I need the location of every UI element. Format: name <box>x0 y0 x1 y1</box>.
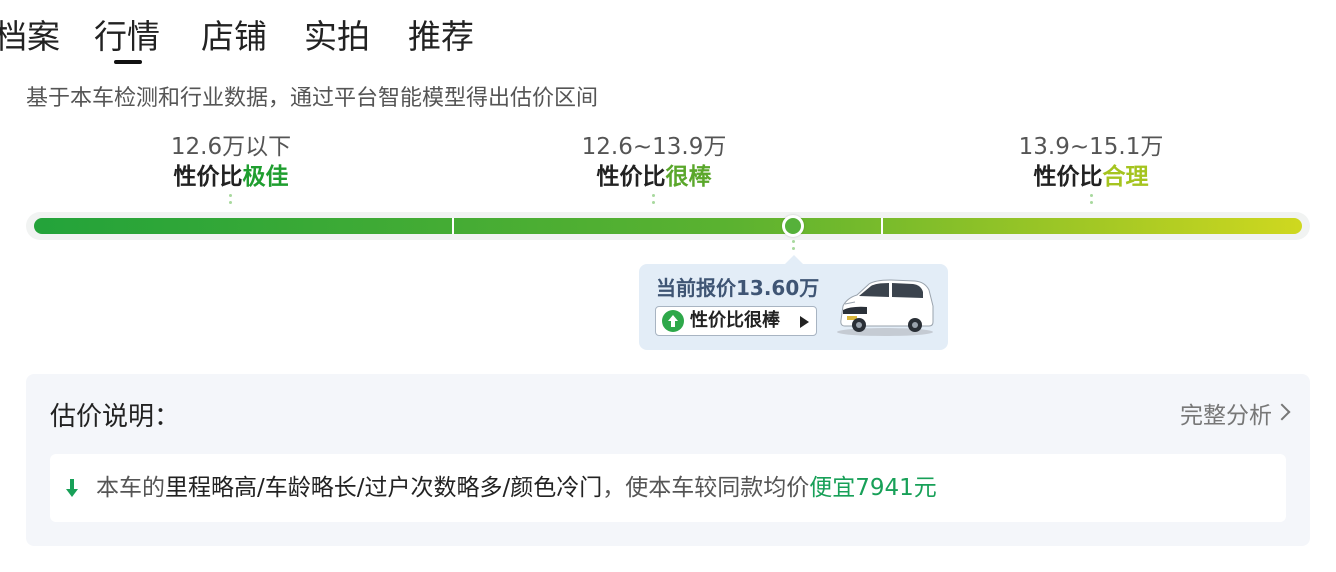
bar-divider <box>881 218 883 234</box>
marker-pointer-dots <box>792 240 795 252</box>
reason-factors: 里程略高/车龄略长/过户次数略多/颜色冷门 <box>165 475 603 501</box>
bar-divider <box>452 218 454 234</box>
tier-label: 性价比合理 <box>971 162 1211 192</box>
tier-excellent: 12.6万以下 性价比极佳 <box>111 132 351 192</box>
play-icon <box>800 316 809 328</box>
up-arrow-icon <box>662 310 684 332</box>
car-image <box>837 279 934 336</box>
current-price-marker <box>782 215 804 237</box>
tab-photos[interactable]: 实拍 <box>304 14 370 60</box>
reason-middle: ，使本车较同款均价 <box>602 475 810 501</box>
current-price-card[interactable]: 当前报价13.60万 性价比很棒 <box>639 255 948 350</box>
explanation-title: 估价说明： <box>50 402 181 432</box>
price-reason-card: 本车的里程略高/车龄略长/过户次数略多/颜色冷门，使本车较同款均价便宜7941元 <box>50 454 1286 522</box>
tier-rating: 很棒 <box>665 164 712 190</box>
full-analysis-link[interactable]: 完整分析 <box>1180 396 1272 430</box>
tier-range: 13.9~15.1万 <box>1018 134 1164 160</box>
tier-range: 12.6万以下 <box>170 134 292 160</box>
tab-archive[interactable]: 档案 <box>0 14 60 60</box>
tier-prefix: 性价比 <box>173 164 243 190</box>
tier-prefix: 性价比 <box>596 164 666 190</box>
estimate-intro: 基于本车检测和行业数据，通过平台智能模型得出估价区间 <box>26 86 599 111</box>
estimate-explanation-panel: 估价说明： 完整分析 本车的里程略高/车龄略长/过户次数略多/颜色冷门，使本车较… <box>26 374 1310 546</box>
chevron-right-icon[interactable] <box>1273 403 1291 421</box>
tab-market[interactable]: 行情 <box>94 14 160 60</box>
reason-prefix: 本车的 <box>96 475 165 501</box>
tier-label: 性价比很棒 <box>534 162 774 192</box>
tier-great: 12.6~13.9万 性价比很棒 <box>534 132 774 192</box>
tab-recommend[interactable]: 推荐 <box>408 14 474 60</box>
current-price-label: 当前报价13.60万 <box>656 276 820 300</box>
tier-rating: 合理 <box>1102 164 1149 190</box>
active-tab-indicator <box>114 60 142 64</box>
tier-pointer-dots <box>1090 194 1093 206</box>
tier-reasonable: 13.9~15.1万 性价比合理 <box>971 132 1211 192</box>
tier-label: 性价比极佳 <box>111 162 351 192</box>
tier-range: 12.6~13.9万 <box>581 134 727 160</box>
price-range-bar <box>34 218 1302 234</box>
down-arrow-icon <box>66 479 78 497</box>
value-rating-text: 性价比很棒 <box>690 310 780 331</box>
price-difference: 便宜7941元 <box>809 475 937 501</box>
tier-pointer-dots <box>652 194 655 206</box>
value-rating-badge[interactable]: 性价比很棒 <box>655 306 817 336</box>
tier-prefix: 性价比 <box>1033 164 1103 190</box>
tier-pointer-dots <box>229 194 232 206</box>
tab-store[interactable]: 店铺 <box>201 14 267 60</box>
tier-rating: 极佳 <box>242 164 289 190</box>
price-reason-text: 本车的里程略高/车龄略长/过户次数略多/颜色冷门，使本车较同款均价便宜7941元 <box>96 473 937 503</box>
